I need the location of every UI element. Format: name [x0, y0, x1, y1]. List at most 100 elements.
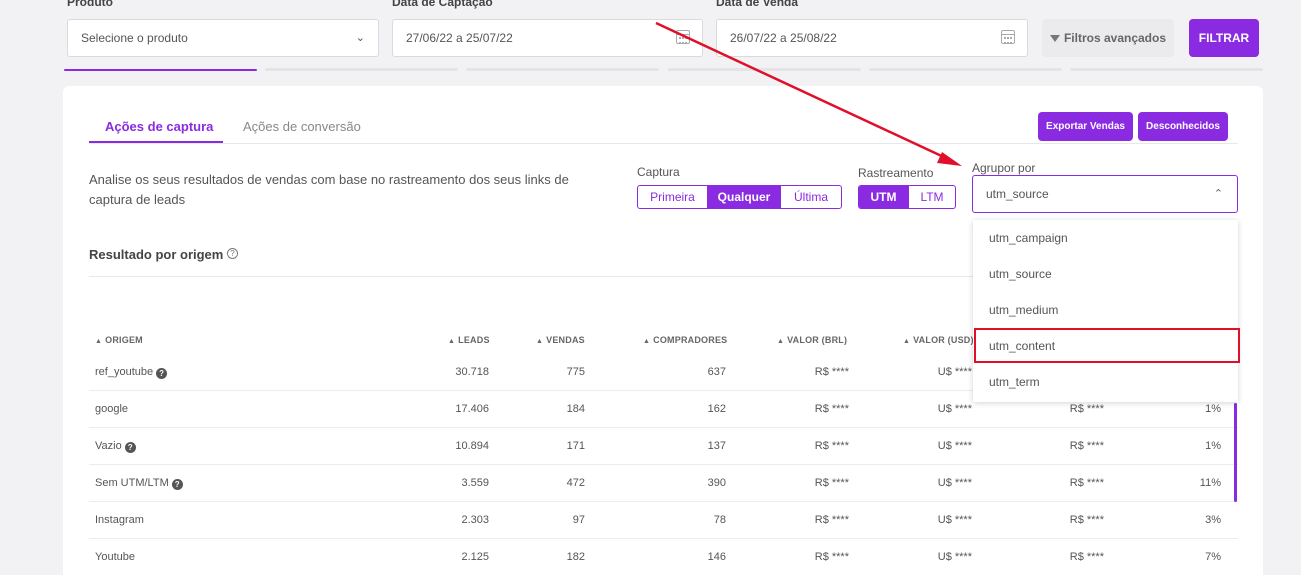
tab-capture-actions[interactable]: Ações de captura: [105, 119, 213, 134]
top-tab-indicator[interactable]: [668, 68, 861, 71]
table-row[interactable]: Youtube 2.125 182 146 R$ **** U$ **** R$ **** 7…: [89, 539, 1238, 575]
group-by-dropdown: utm_campaign utm_source utm_medium utm_c…: [973, 220, 1238, 402]
cell-value-brl-text: R$ ****: [814, 440, 849, 452]
table-scrollbar[interactable]: [1234, 403, 1237, 502]
help-icon[interactable]: ?: [124, 442, 136, 453]
column-header-value-usd[interactable]: ▲︎ VALOR (USD): [903, 335, 974, 345]
dropdown-option-utm-medium[interactable]: utm_medium: [973, 292, 1238, 328]
help-icon[interactable]: ?: [171, 479, 183, 490]
chevron-down-icon: ⌄: [355, 32, 365, 44]
capture-date-input[interactable]: 27/06/22 a 25/07/22: [392, 19, 703, 57]
cell-percent: 7%: [1121, 539, 1221, 575]
help-icon[interactable]: ?: [227, 248, 238, 259]
cell-value-usd: U$ ****: [872, 428, 972, 464]
cell-value-usd: U$ ****: [872, 391, 972, 427]
cell-buyers-text: 137: [707, 440, 726, 452]
cell-buyers-text: 146: [707, 551, 726, 563]
cell-origin-text: google: [95, 403, 129, 415]
cell-value-extra: R$ ****: [1004, 539, 1104, 575]
cell-sales-text: 775: [566, 366, 585, 378]
cell-value-brl-text: R$ ****: [814, 403, 849, 415]
cell-sales: 472: [485, 465, 585, 501]
column-header-leads[interactable]: ▲︎ LEADS: [448, 335, 490, 345]
capture-toggle: Primeira Qualquer Última: [637, 185, 842, 209]
cell-origin: Sem UTM/LTM?: [95, 465, 295, 501]
cell-sales: 775: [485, 354, 585, 390]
top-tab-indicator[interactable]: [1070, 68, 1263, 71]
sort-icon: ▲︎: [536, 338, 544, 345]
cell-leads: 17.406: [389, 391, 489, 427]
top-tab-indicator[interactable]: [869, 68, 1062, 71]
cell-buyers: 137: [626, 428, 726, 464]
cell-origin-text: Vazio: [95, 440, 122, 452]
calendar-icon: [676, 30, 690, 44]
group-by-select[interactable]: utm_source ⌃: [972, 175, 1238, 213]
table-row[interactable]: Instagram 2.303 97 78 R$ **** U$ **** R$ **** 3…: [89, 502, 1238, 539]
cell-value-extra-text: R$ ****: [1069, 403, 1104, 415]
cell-value-brl: R$ ****: [749, 354, 849, 390]
filter-icon: [1049, 35, 1060, 42]
cell-leads-text: 10.894: [455, 440, 489, 452]
advanced-filters-button[interactable]: Filtros avançados: [1042, 19, 1174, 57]
help-icon[interactable]: ?: [156, 368, 168, 379]
cell-origin-text: Youtube: [95, 551, 135, 563]
column-header-origin[interactable]: ▲︎ ORIGEM: [95, 335, 143, 345]
dropdown-option-utm-term[interactable]: utm_term: [973, 364, 1238, 400]
cell-buyers: 146: [626, 539, 726, 575]
cell-value-brl: R$ ****: [749, 502, 849, 538]
export-sales-button[interactable]: Exportar Vendas: [1038, 112, 1133, 141]
capture-option-last[interactable]: Última: [781, 186, 841, 208]
cell-sales-text: 171: [566, 440, 585, 452]
cell-sales-text: 182: [566, 551, 585, 563]
cell-value-usd: U$ ****: [872, 539, 972, 575]
tab-conversion-actions[interactable]: Ações de conversão: [243, 119, 361, 134]
dropdown-option-utm-source[interactable]: utm_source: [973, 256, 1238, 292]
cell-buyers-text: 637: [707, 366, 726, 378]
cell-origin: google: [95, 391, 295, 427]
cell-origin-text: ref_youtube: [95, 366, 154, 378]
cell-value-brl: R$ ****: [749, 391, 849, 427]
product-select[interactable]: Selecione o produto ⌄: [67, 19, 379, 57]
table-row[interactable]: Sem UTM/LTM? 3.559 472 390 R$ **** U$ **** R$ …: [89, 465, 1238, 502]
top-tab-indicator[interactable]: [466, 68, 659, 71]
cell-percent-text: 1%: [1205, 403, 1221, 415]
sort-icon: ▲︎: [643, 338, 651, 345]
filter-bar: Produto Selecione o produto ⌄ Data de Ca…: [0, 0, 1264, 71]
cell-percent: 3%: [1121, 502, 1221, 538]
cell-value-extra: R$ ****: [1004, 465, 1104, 501]
cell-value-brl-text: R$ ****: [814, 551, 849, 563]
sort-icon: ▲︎: [903, 338, 911, 345]
tracking-option-utm[interactable]: UTM: [859, 186, 909, 208]
tracking-option-ltm[interactable]: LTM: [909, 186, 955, 208]
cell-percent-text: 1%: [1205, 440, 1221, 452]
cell-value-usd-text: U$ ****: [937, 514, 972, 526]
tracking-toggle: UTM LTM: [858, 185, 956, 209]
apply-filter-button[interactable]: FILTRAR: [1189, 19, 1259, 57]
cell-value-usd-text: U$ ****: [937, 551, 972, 563]
column-header-buyers[interactable]: ▲︎ COMPRADORES: [643, 335, 727, 345]
cell-value-brl: R$ ****: [749, 539, 849, 575]
column-header-value-brl[interactable]: ▲︎ VALOR (BRL): [777, 335, 847, 345]
sort-icon: ▲︎: [448, 338, 456, 345]
top-tab-indicator[interactable]: [265, 68, 458, 71]
cell-origin-text: Sem UTM/LTM: [95, 477, 169, 489]
cell-value-extra: R$ ****: [1004, 428, 1104, 464]
tracking-label: Rastreamento: [858, 166, 934, 180]
top-tab-indicator[interactable]: [64, 69, 257, 71]
cell-sales: 184: [485, 391, 585, 427]
column-header-sales[interactable]: ▲︎ VENDAS: [536, 335, 585, 345]
sale-date-input[interactable]: 26/07/22 a 25/08/22: [716, 19, 1028, 57]
sort-icon: ▲︎: [95, 338, 103, 345]
advanced-filters-label: Filtros avançados: [1063, 31, 1167, 45]
cell-leads: 3.559: [389, 465, 489, 501]
cell-origin: Instagram: [95, 502, 295, 538]
table-row[interactable]: Vazio? 10.894 171 137 R$ **** U$ **** R$ **** 1…: [89, 428, 1238, 465]
cell-leads: 2.303: [389, 502, 489, 538]
cell-value-brl: R$ ****: [749, 428, 849, 464]
capture-option-first[interactable]: Primeira: [638, 186, 708, 208]
cell-origin: ref_youtube?: [95, 354, 295, 390]
dropdown-option-utm-campaign[interactable]: utm_campaign: [973, 220, 1238, 256]
cell-value-usd-text: U$ ****: [937, 440, 972, 452]
capture-option-any[interactable]: Qualquer: [708, 186, 781, 208]
unknown-button[interactable]: Desconhecidos: [1138, 112, 1228, 141]
